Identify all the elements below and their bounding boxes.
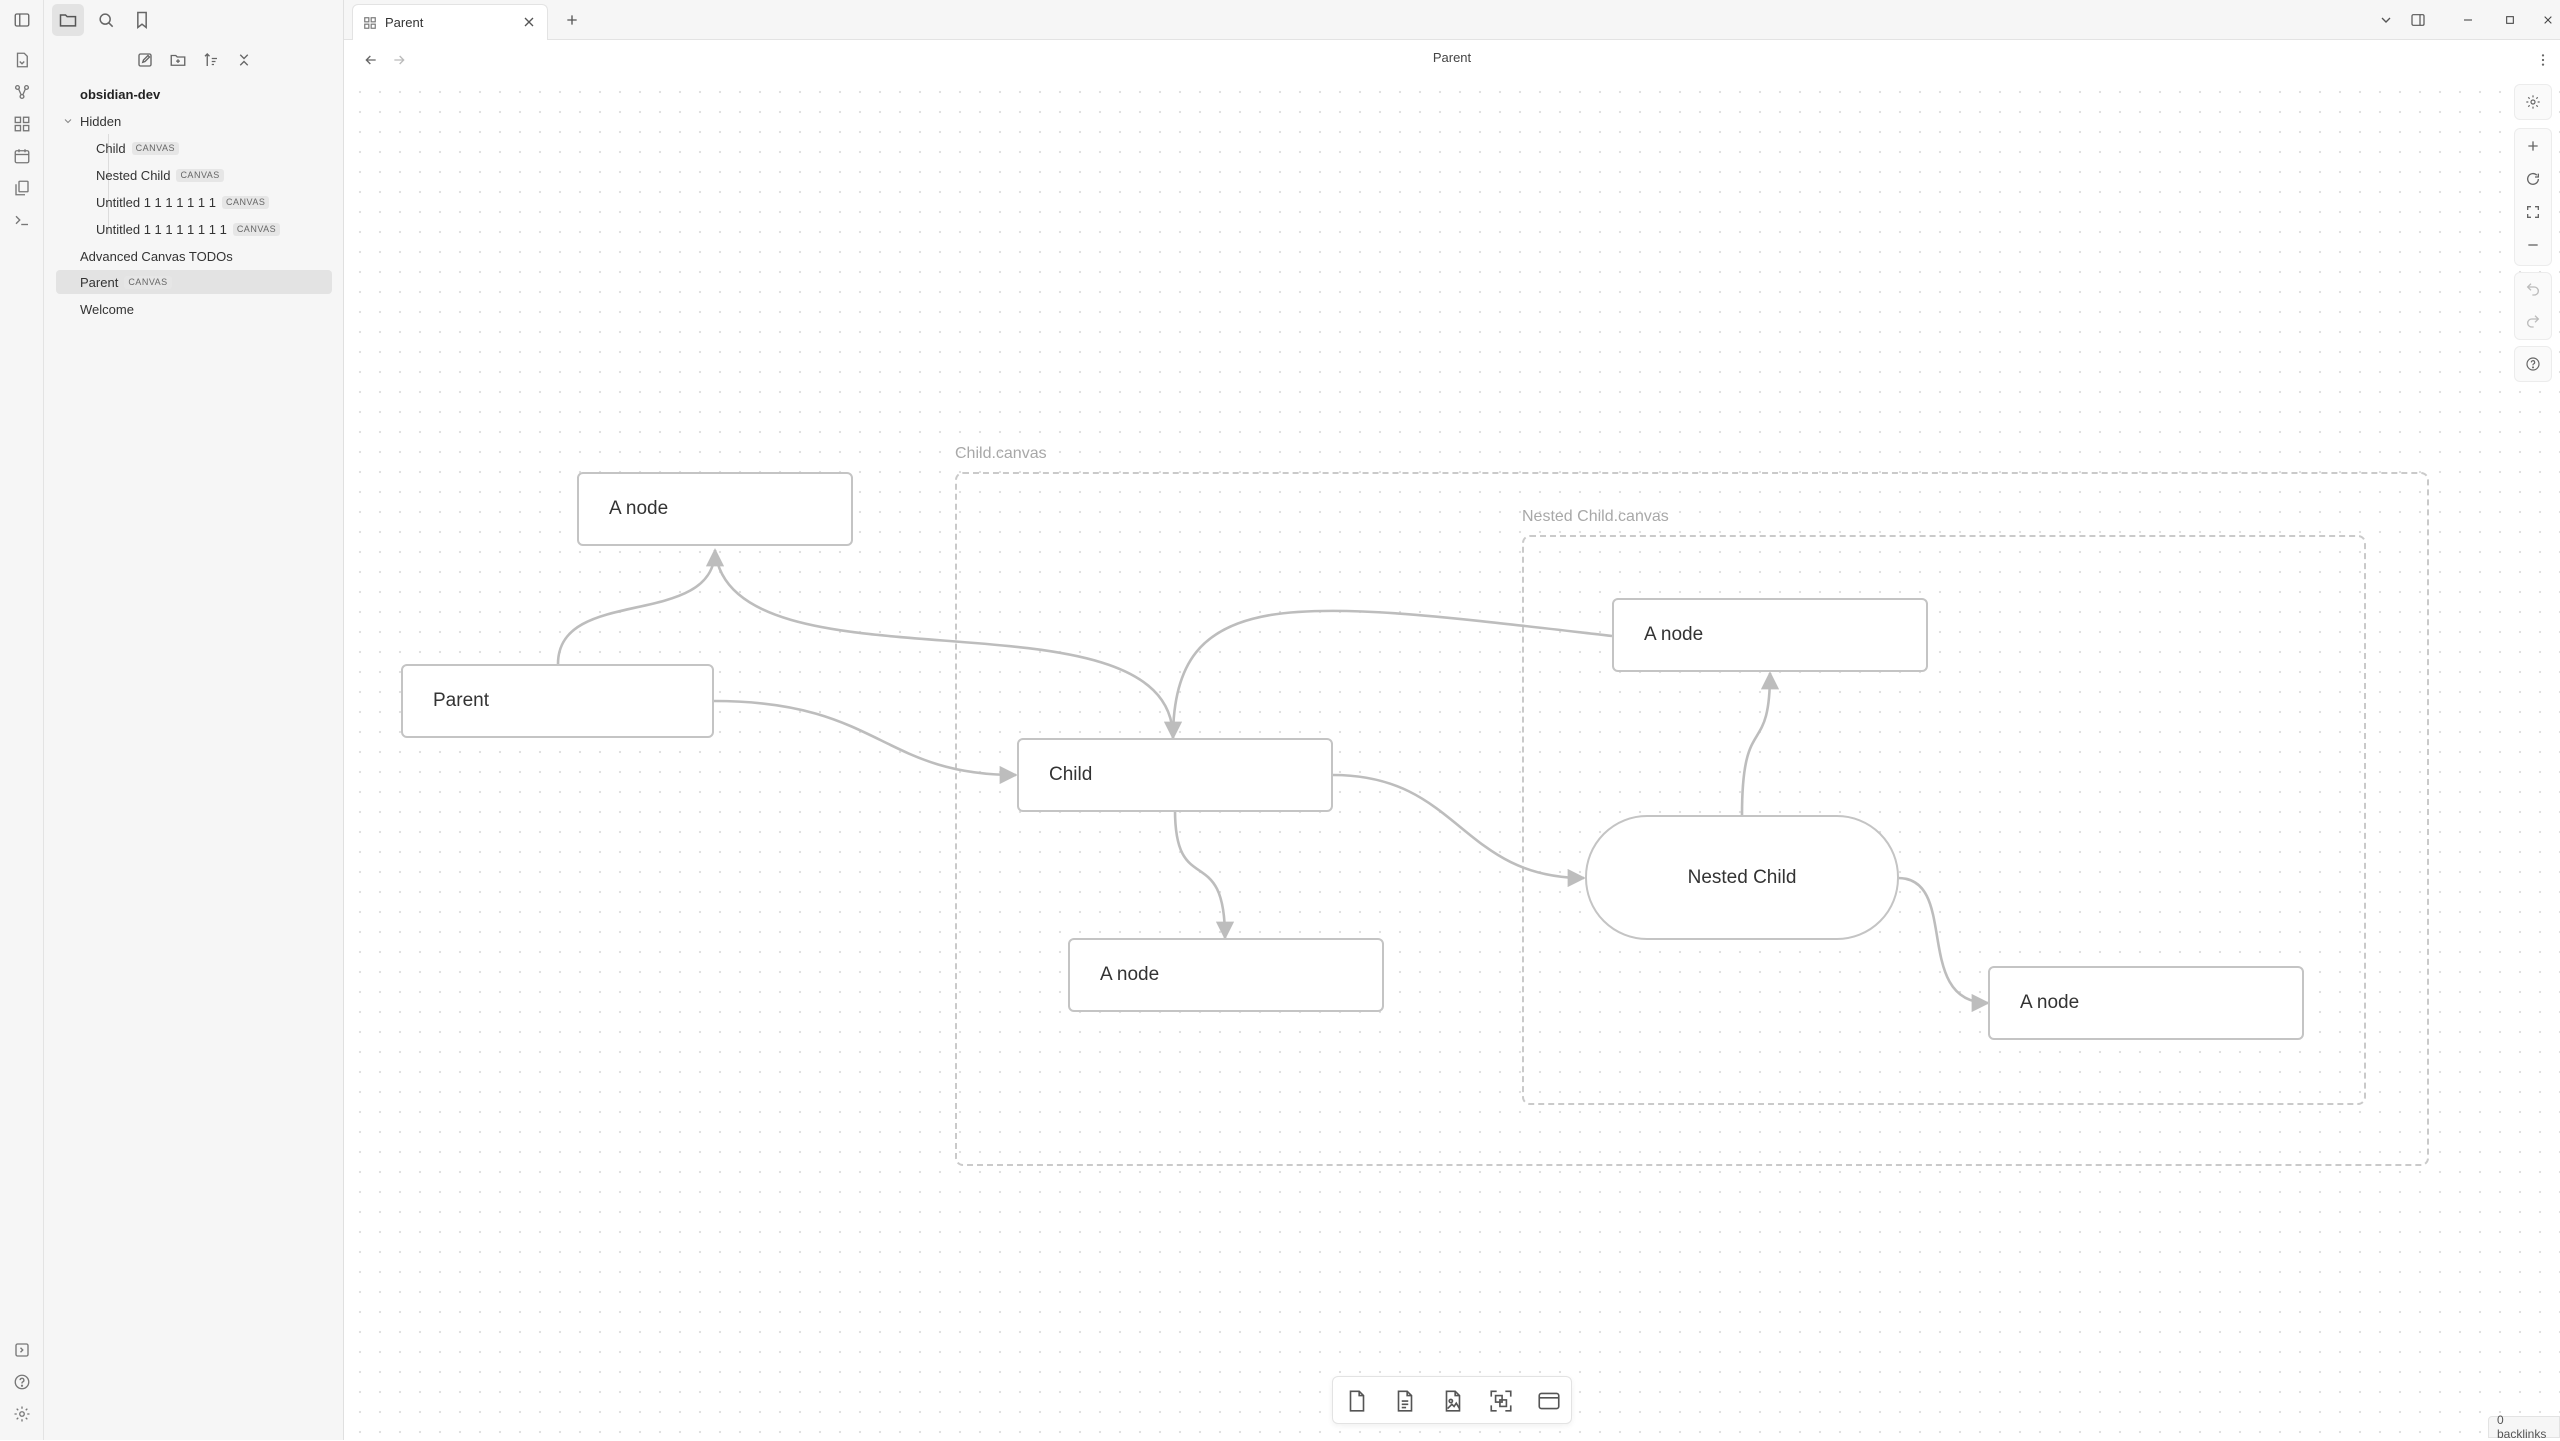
canvas-edges	[556, 548, 1990, 1013]
edge	[713, 549, 1183, 740]
canvas-node-nested-child[interactable]: Nested Child	[1585, 815, 1899, 940]
zoom-to-fit-icon[interactable]	[2520, 199, 2546, 225]
edge	[1897, 876, 1990, 1013]
canvas-card-toolbar	[1332, 1376, 1572, 1424]
redo-icon[interactable]	[2520, 308, 2546, 334]
canvas-node-child[interactable]: Child	[1017, 738, 1333, 812]
node-text: A node	[609, 498, 669, 519]
node-text: Nested Child	[1687, 866, 1797, 888]
canvas-node[interactable]: A node	[1988, 966, 2304, 1040]
node-text: A node	[1100, 964, 1160, 985]
edge	[1171, 609, 1613, 739]
zoom-in-plus-icon[interactable]	[2520, 133, 2546, 159]
edge	[556, 548, 725, 665]
canvas-node-parent[interactable]: Parent	[401, 664, 714, 738]
add-group-icon[interactable]	[1487, 1387, 1515, 1415]
edge	[713, 699, 1018, 785]
zoom-out-minus-icon[interactable]	[2520, 232, 2546, 258]
node-text: A node	[2020, 992, 2080, 1013]
node-text: Child	[1049, 764, 1093, 785]
reset-zoom-icon[interactable]	[2520, 166, 2546, 192]
canvas-node[interactable]: A node	[577, 472, 853, 546]
canvas-settings-gear-icon[interactable]	[2520, 89, 2546, 115]
add-note-icon[interactable]	[1391, 1387, 1419, 1415]
canvas-node[interactable]: A node	[1068, 938, 1384, 1012]
canvas-help-icon[interactable]	[2520, 351, 2546, 377]
edge	[1740, 671, 1780, 816]
node-text: A node	[1644, 624, 1704, 645]
edge	[1332, 773, 1586, 888]
edge	[1173, 809, 1235, 940]
add-card-icon[interactable]	[1343, 1387, 1371, 1415]
backlinks-status[interactable]: 0 backlinks	[2488, 1413, 2560, 1441]
add-web-page-icon[interactable]	[1535, 1387, 1563, 1415]
add-media-icon[interactable]	[1439, 1387, 1467, 1415]
canvas-node[interactable]: A node	[1612, 598, 1928, 672]
node-text: Parent	[433, 690, 489, 711]
undo-icon[interactable]	[2520, 276, 2546, 302]
